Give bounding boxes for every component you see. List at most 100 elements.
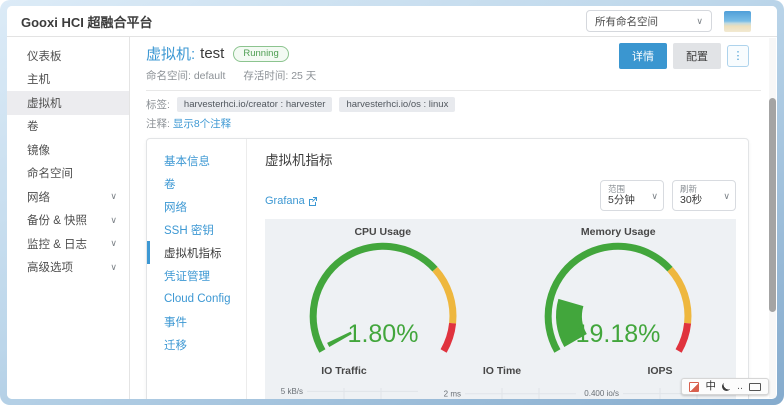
- chevron-down-icon: ∨: [723, 192, 730, 201]
- chart-title: IO Time: [483, 365, 521, 377]
- chevron-down-icon: ∨: [696, 17, 703, 26]
- io-time-plot: 2 ms1.50 ms1 ms: [423, 379, 581, 399]
- tab-events[interactable]: 事件: [147, 310, 246, 333]
- main-content: 虚拟机: test Running 命名空间: default 存活时间: 25…: [130, 37, 777, 399]
- window-body: 仪表板 主机 虚拟机 卷 镜像 命名空间 网络∨ 备份 & 快照∨ 监控 & 日…: [7, 37, 777, 399]
- tab-ssh-keys[interactable]: SSH 密钥: [147, 218, 246, 241]
- page-header: 虚拟机: test Running 命名空间: default 存活时间: 25…: [146, 43, 761, 83]
- tab-cloud-config[interactable]: Cloud Config: [147, 287, 246, 310]
- label-pill: harvesterhci.io/creator : harvester: [177, 97, 333, 112]
- show-annotations-link[interactable]: 显示8个注释: [173, 118, 231, 130]
- chevron-down-icon: ∨: [110, 192, 117, 201]
- screenshot-frame: Gooxi HCI 超融合平台 所有命名空间 ∨ 仪表板 主机 虚拟机 卷 镜像…: [0, 0, 784, 405]
- detail-tabs: 基本信息 卷 网络 SSH 密钥 虚拟机指标 凭证管理 Cloud Config…: [147, 139, 247, 399]
- sidebar: 仪表板 主机 虚拟机 卷 镜像 命名空间 网络∨ 备份 & 快照∨ 监控 & 日…: [7, 37, 130, 399]
- chevron-down-icon: ∨: [110, 263, 117, 272]
- sidebar-item-virtual-machines[interactable]: 虚拟机: [7, 91, 129, 115]
- annotations-label: 注释:: [146, 118, 170, 130]
- app-title: Gooxi HCI 超融合平台: [21, 12, 152, 31]
- ime-halfwidth-moon-icon[interactable]: [722, 382, 731, 391]
- annotations-row: 注释: 显示8个注释: [146, 116, 761, 131]
- app-window: Gooxi HCI 超融合平台 所有命名空间 ∨ 仪表板 主机 虚拟机 卷 镜像…: [7, 6, 777, 399]
- sidebar-item-hosts[interactable]: 主机: [7, 68, 129, 92]
- sidebar-item-backup-snapshot[interactable]: 备份 & 快照∨: [7, 209, 129, 233]
- sidebar-item-dashboard[interactable]: 仪表板: [7, 44, 129, 68]
- cpu-gauge-chart: 1.80%: [268, 238, 498, 361]
- tab-networks[interactable]: 网络: [147, 195, 246, 218]
- label-pill: harvesterhci.io/os : linux: [339, 97, 455, 112]
- status-badge: Running: [233, 46, 288, 62]
- range-select[interactable]: 范围 5分钟 ∨: [600, 180, 664, 211]
- refresh-label: 刷新: [680, 185, 719, 194]
- gauge-title: Memory Usage: [581, 226, 656, 238]
- tab-basic-info[interactable]: 基本信息: [147, 149, 246, 172]
- namespace-filter-select[interactable]: 所有命名空间 ∨: [586, 10, 712, 32]
- config-button[interactable]: 配置: [673, 43, 721, 69]
- kebab-menu-icon: ⋮: [733, 50, 744, 62]
- tab-vm-metrics[interactable]: 虚拟机指标: [147, 241, 246, 264]
- chart-title: IO Traffic: [321, 365, 367, 377]
- labels-label: 标签:: [146, 97, 170, 112]
- io-time-chart: IO Time 2 ms1.50 ms1 ms: [423, 362, 581, 399]
- ime-more-icon[interactable]: ‥: [737, 382, 743, 391]
- metrics-toolbar: Grafana 范围 5分钟 ∨ 刷新 30秒: [265, 180, 736, 211]
- chevron-down-icon: ∨: [110, 239, 117, 248]
- memory-usage-gauge: Memory Usage 19.18%: [501, 223, 737, 361]
- resource-type-link[interactable]: 虚拟机:: [146, 43, 195, 64]
- io-traffic-plot: 5 kB/s4 kB/s3 kB/s: [265, 379, 423, 399]
- sidebar-item-label: 主机: [27, 71, 50, 87]
- namespace-meta: 命名空间: default: [146, 68, 225, 83]
- user-avatar[interactable]: [724, 11, 751, 32]
- scrollbar-track[interactable]: [769, 38, 776, 398]
- svg-text:0.400 io/s: 0.400 io/s: [584, 389, 619, 398]
- ime-logo-icon[interactable]: [689, 382, 699, 392]
- external-link-icon: [308, 196, 318, 206]
- sidebar-item-label: 虚拟机: [27, 95, 62, 111]
- tab-credentials[interactable]: 凭证管理: [147, 264, 246, 287]
- resource-name: test: [200, 45, 224, 62]
- gauge-title: CPU Usage: [354, 226, 411, 238]
- sidebar-item-label: 网络: [27, 189, 50, 205]
- namespace-filter-value: 所有命名空间: [595, 14, 658, 29]
- resource-meta: 命名空间: default 存活时间: 25 天: [146, 68, 316, 83]
- header-divider: [146, 90, 761, 91]
- details-button[interactable]: 详情: [619, 43, 667, 69]
- sidebar-item-networks[interactable]: 网络 ∨: [7, 185, 129, 209]
- more-actions-button[interactable]: ⋮: [727, 45, 749, 67]
- sidebar-item-namespaces[interactable]: 命名空间: [7, 162, 129, 186]
- cpu-usage-gauge: CPU Usage 1.80%: [265, 223, 501, 361]
- refresh-select[interactable]: 刷新 30秒 ∨: [672, 180, 736, 211]
- page-title: 虚拟机: test Running: [146, 43, 316, 64]
- ime-toolbar: 中 ‥: [681, 378, 769, 395]
- sidebar-item-label: 高级选项: [27, 259, 73, 275]
- tab-volumes[interactable]: 卷: [147, 172, 246, 195]
- top-header: Gooxi HCI 超融合平台 所有命名空间 ∨: [7, 6, 777, 37]
- sidebar-item-volumes[interactable]: 卷: [7, 115, 129, 139]
- age-meta: 存活时间: 25 天: [243, 68, 316, 83]
- tab-migration[interactable]: 迁移: [147, 333, 246, 356]
- sidebar-item-label: 镜像: [27, 142, 50, 158]
- chart-title: IOPS: [647, 365, 672, 377]
- metrics-content: 虚拟机指标 Grafana 范围 5分钟 ∨: [247, 139, 748, 399]
- sidebar-item-label: 命名空间: [27, 165, 73, 181]
- grafana-link[interactable]: Grafana: [265, 195, 318, 207]
- grafana-link-label: Grafana: [265, 195, 305, 207]
- ime-language-icon[interactable]: 中: [705, 381, 716, 392]
- detail-card: 基本信息 卷 网络 SSH 密钥 虚拟机指标 凭证管理 Cloud Config…: [146, 138, 749, 399]
- sidebar-item-label: 备份 & 快照: [27, 212, 87, 228]
- scrollbar-thumb[interactable]: [769, 98, 776, 312]
- range-label: 范围: [608, 185, 647, 194]
- svg-text:19.18%: 19.18%: [576, 320, 661, 348]
- sidebar-item-label: 仪表板: [27, 48, 62, 64]
- sidebar-item-advanced[interactable]: 高级选项 ∨: [7, 256, 129, 280]
- refresh-value: 30秒: [680, 194, 719, 207]
- svg-text:5 kB/s: 5 kB/s: [281, 387, 303, 396]
- sidebar-item-images[interactable]: 镜像: [7, 138, 129, 162]
- sidebar-item-label: 监控 & 日志: [27, 236, 87, 252]
- gauges-row: CPU Usage 1.80% Memory Usage 19.18%: [265, 223, 736, 361]
- sidebar-item-monitoring-logs[interactable]: 监控 & 日志 ∨: [7, 232, 129, 256]
- metrics-title: 虚拟机指标: [265, 149, 736, 169]
- range-value: 5分钟: [608, 194, 647, 207]
- labels-row: 标签: harvesterhci.io/creator : harvester …: [146, 97, 761, 112]
- ime-keyboard-icon[interactable]: [749, 383, 761, 391]
